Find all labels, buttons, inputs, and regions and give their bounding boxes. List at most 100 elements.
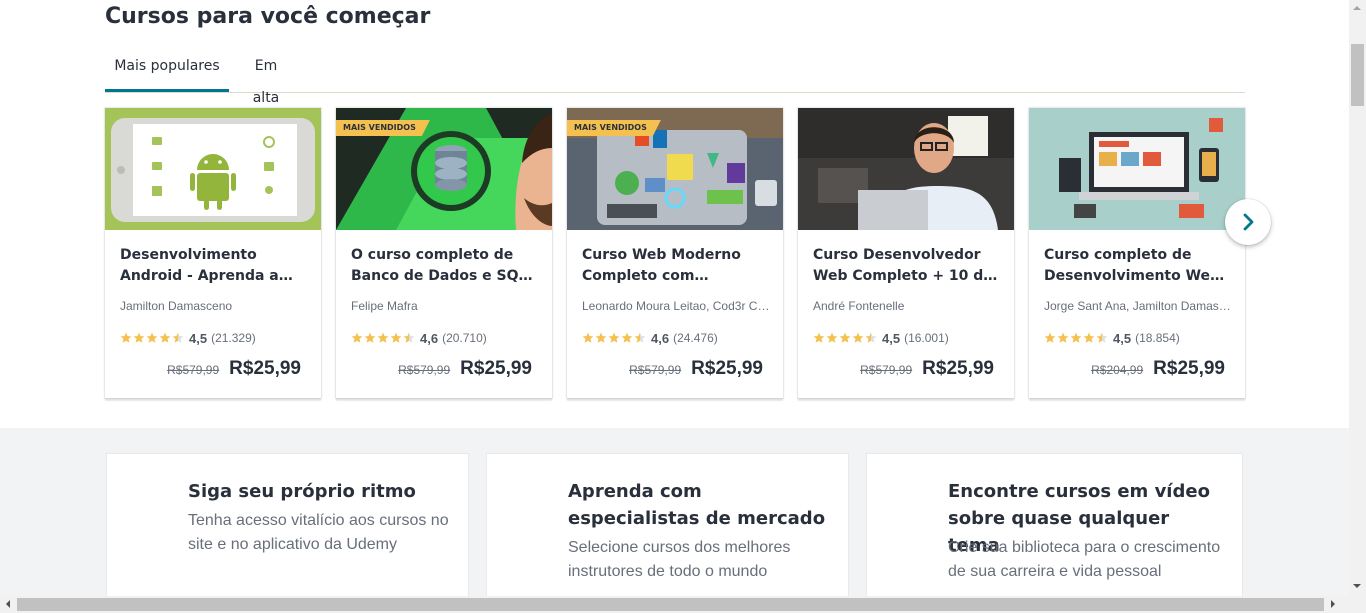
bestseller-badge: MAIS VENDIDOS — [567, 120, 661, 136]
tab-mais-populares[interactable]: Mais populares — [105, 50, 229, 92]
star-rating-icon — [582, 332, 646, 344]
course-rating: 4,6 (24.476) — [582, 330, 718, 346]
course-card[interactable]: Curso completo de Desenvolvimento Web - … — [1029, 108, 1245, 398]
value-prop-card: Siga seu próprio ritmo Tenha acesso vita… — [106, 453, 469, 596]
star-rating-icon — [813, 332, 877, 344]
course-author: Leonardo Moura Leitao, Cod3r Cursos Onli… — [582, 299, 770, 313]
course-thumbnail-web-completo — [1029, 108, 1245, 230]
section-title: Cursos para você começar — [105, 4, 431, 29]
course-card[interactable]: Curso Desenvolvedor Web Completo + 10 de… — [798, 108, 1014, 398]
star-icon — [813, 332, 825, 343]
course-rating: 4,5 (16.001) — [813, 330, 949, 346]
star-icon — [865, 332, 877, 343]
course-title[interactable]: O curso completo de Banco de Dados e SQL… — [351, 245, 539, 287]
price-row: R$204,99 R$25,99 — [1091, 358, 1225, 380]
value-prop-title: Aprenda com especialistas de mercado — [568, 481, 826, 529]
course-title[interactable]: Curso completo de Desenvolvimento Web - … — [1044, 245, 1232, 287]
course-title[interactable]: Desenvolvimento Android - Aprenda a cria… — [120, 245, 308, 287]
current-price: R$25,99 — [229, 358, 301, 379]
star-icon — [403, 332, 415, 343]
scroll-right-icon[interactable] — [1331, 600, 1339, 608]
original-price: R$579,99 — [167, 363, 220, 377]
star-icon — [1096, 332, 1108, 343]
value-prop-text: Selecione cursos dos melhores instrutore… — [568, 539, 791, 580]
current-price: R$25,99 — [922, 358, 994, 379]
star-icon — [390, 332, 402, 343]
rating-count: (18.854) — [1135, 331, 1180, 345]
course-thumbnail-desenvolvedor-web — [798, 108, 1014, 230]
star-icon — [839, 332, 851, 343]
value-prop-text: Tenha acesso vitalício aos cursos no sit… — [188, 512, 449, 553]
star-icon — [595, 332, 607, 343]
bestseller-badge: MAIS VENDIDOS — [336, 120, 430, 136]
star-icon — [1044, 332, 1056, 343]
star-icon — [120, 332, 132, 343]
course-thumbnail-android — [105, 108, 321, 230]
star-icon — [621, 332, 633, 343]
course-author: Jorge Sant Ana, Jamilton Damasceno — [1044, 299, 1232, 313]
star-rating-icon — [351, 332, 415, 344]
scroll-up-icon[interactable] — [1353, 2, 1361, 10]
original-price: R$204,99 — [1091, 363, 1144, 377]
star-icon — [351, 332, 363, 343]
course-rating: 4,5 (18.854) — [1044, 330, 1180, 346]
vertical-scrollbar[interactable] — [1349, 0, 1366, 596]
rating-value: 4,6 — [420, 330, 439, 346]
horizontal-scroll-thumb[interactable] — [17, 598, 1324, 611]
rating-value: 4,5 — [189, 330, 208, 346]
price-row: R$579,99 R$25,99 — [860, 358, 994, 380]
rating-count: (24.476) — [673, 331, 718, 345]
rating-count: (20.710) — [442, 331, 487, 345]
course-rating: 4,5 (21.329) — [120, 330, 256, 346]
tab-em-alta[interactable]: Em alta — [241, 50, 291, 106]
current-price: R$25,99 — [691, 358, 763, 379]
course-card[interactable]: Desenvolvimento Android - Aprenda a cria… — [105, 108, 321, 398]
star-icon — [133, 332, 145, 343]
star-icon — [582, 332, 594, 343]
rating-value: 4,5 — [882, 330, 901, 346]
star-icon — [634, 332, 646, 343]
course-thumbnail-web-moderno: MAIS VENDIDOS — [567, 108, 783, 230]
value-prop-card: Aprenda com especialistas de mercado Sel… — [486, 453, 849, 596]
star-icon — [172, 332, 184, 343]
course-title[interactable]: Curso Web Moderno Completo com JavaScrip… — [582, 245, 770, 287]
current-price: R$25,99 — [1153, 358, 1225, 379]
original-price: R$579,99 — [398, 363, 451, 377]
star-icon — [826, 332, 838, 343]
carousel-next-button[interactable] — [1225, 199, 1271, 245]
course-card[interactable]: MAIS VENDIDOS Curso Web Moderno Completo… — [567, 108, 783, 398]
star-icon — [608, 332, 620, 343]
star-icon — [146, 332, 158, 343]
original-price: R$579,99 — [629, 363, 682, 377]
price-row: R$579,99 R$25,99 — [398, 358, 532, 380]
scroll-left-icon[interactable] — [2, 600, 10, 608]
tab-bar: Mais populares Em alta — [105, 50, 1245, 106]
vertical-scroll-thumb[interactable] — [1351, 44, 1364, 106]
course-card[interactable]: MAIS VENDIDOS O curso completo de Banco … — [336, 108, 552, 398]
horizontal-scrollbar[interactable] — [0, 596, 1366, 613]
star-icon — [852, 332, 864, 343]
course-rating: 4,6 (20.710) — [351, 330, 487, 346]
rating-count: (16.001) — [904, 331, 949, 345]
course-author: Jamilton Damasceno — [120, 299, 233, 313]
price-row: R$579,99 R$25,99 — [167, 358, 301, 380]
star-icon — [377, 332, 389, 343]
course-thumbnail-database: MAIS VENDIDOS — [336, 108, 552, 230]
course-title[interactable]: Curso Desenvolvedor Web Completo + 10 de… — [813, 245, 1001, 287]
value-prop-title: Siga seu próprio ritmo — [188, 481, 416, 502]
chevron-right-icon — [1243, 213, 1254, 231]
course-author: Felipe Mafra — [351, 299, 418, 313]
price-row: R$579,99 R$25,99 — [629, 358, 763, 380]
star-rating-icon — [1044, 332, 1108, 344]
scroll-down-icon[interactable] — [1353, 584, 1361, 592]
star-rating-icon — [120, 332, 184, 344]
page: Cursos para você começar Mais populares … — [0, 0, 1349, 596]
rating-value: 4,6 — [651, 330, 670, 346]
original-price: R$579,99 — [860, 363, 913, 377]
rating-count: (21.329) — [211, 331, 256, 345]
rating-value: 4,5 — [1113, 330, 1132, 346]
value-prop-card: Encontre cursos em vídeo sobre quase qua… — [866, 453, 1243, 596]
star-icon — [159, 332, 171, 343]
star-icon — [1070, 332, 1082, 343]
course-author: André Fontenelle — [813, 299, 905, 313]
